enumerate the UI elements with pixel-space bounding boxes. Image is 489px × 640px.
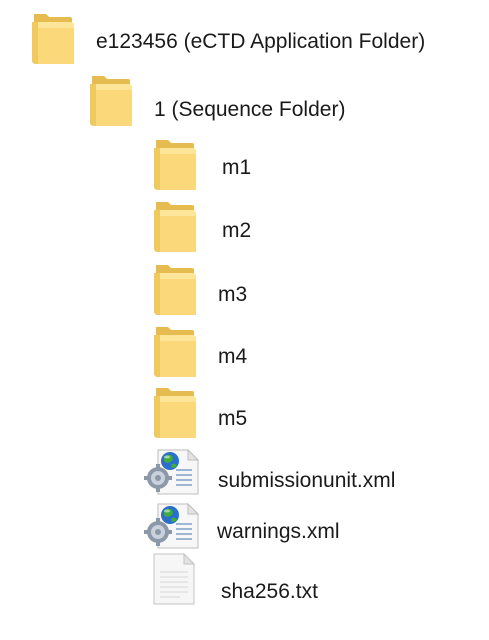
tree-item-label: 1 (Sequence Folder) [154, 98, 346, 121]
tree-item-label: m1 [222, 156, 252, 179]
folder-icon [152, 325, 198, 379]
tree-item-label: m2 [222, 219, 252, 242]
tree-item-label: m4 [218, 345, 248, 368]
folder-icon [152, 386, 198, 440]
tree-item-label: m3 [218, 283, 248, 306]
xml-file-icon [144, 448, 204, 496]
text-file-icon [150, 552, 198, 606]
tree-item-label: e123456 (eCTD Application Folder) [96, 30, 426, 53]
tree-item-label: submissionunit.xml [218, 469, 396, 492]
folder-icon [30, 12, 76, 66]
tree-item-label: sha256.txt [221, 580, 318, 603]
tree-item-label: m5 [218, 407, 248, 430]
folder-icon [152, 200, 198, 254]
xml-file-icon [144, 502, 204, 550]
tree-item-label: warnings.xml [217, 520, 340, 543]
folder-icon [152, 138, 198, 192]
folder-icon [88, 74, 134, 128]
folder-icon [152, 263, 198, 317]
